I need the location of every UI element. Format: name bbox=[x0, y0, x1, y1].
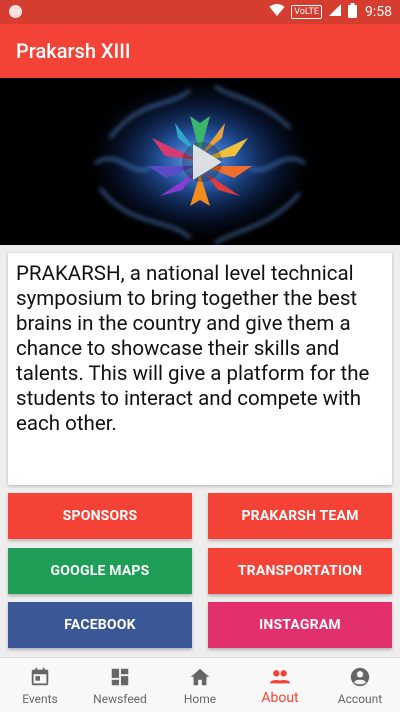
nav-item-events[interactable]: Events bbox=[0, 658, 80, 712]
nav-label-account: Account bbox=[337, 692, 383, 706]
about-text: PRAKARSH, a national level technical sym… bbox=[16, 262, 370, 436]
app-bar: Prakarsh XIII bbox=[0, 24, 400, 78]
status-time: 9:58 bbox=[365, 4, 392, 20]
sponsors-button[interactable]: SPONSORS bbox=[8, 493, 192, 539]
hero-graphic bbox=[80, 78, 320, 245]
prakarsh-team-button[interactable]: PRAKARSH TEAM bbox=[208, 493, 392, 539]
wifi-icon bbox=[269, 3, 285, 21]
nav-item-newsfeed[interactable]: Newsfeed bbox=[80, 658, 160, 712]
people-icon bbox=[269, 670, 291, 684]
nav-label-newsfeed: Newsfeed bbox=[93, 692, 147, 706]
dashboard-icon bbox=[111, 668, 129, 686]
app-title: Prakarsh XIII bbox=[16, 39, 131, 63]
about-card: PRAKARSH, a national level technical sym… bbox=[8, 253, 392, 485]
transportation-button[interactable]: TRANSPORTATION bbox=[208, 548, 392, 594]
home-icon bbox=[190, 668, 210, 686]
hero-video[interactable] bbox=[0, 78, 400, 245]
status-bar: VoLTE 9:58 bbox=[0, 0, 400, 24]
nav-label-about: About bbox=[261, 690, 299, 706]
signal-icon bbox=[328, 3, 342, 21]
nav-item-account[interactable]: Account bbox=[320, 658, 400, 712]
instagram-button[interactable]: INSTAGRAM bbox=[208, 602, 392, 648]
notification-icon bbox=[9, 5, 22, 18]
nav-label-events: Events bbox=[22, 692, 58, 706]
bottom-navigation: Events Newsfeed Home About Account bbox=[0, 657, 400, 712]
status-icons: VoLTE 9:58 bbox=[269, 2, 392, 22]
battery-icon bbox=[348, 2, 357, 22]
account-icon bbox=[350, 667, 370, 687]
play-icon bbox=[182, 142, 222, 182]
facebook-button[interactable]: FACEBOOK bbox=[8, 602, 192, 648]
google-maps-button[interactable]: GOOGLE MAPS bbox=[8, 548, 192, 594]
nav-item-home[interactable]: Home bbox=[160, 658, 240, 712]
calendar-icon bbox=[31, 667, 49, 686]
nav-item-about[interactable]: About bbox=[240, 658, 320, 712]
network-label: VoLTE bbox=[291, 5, 322, 19]
nav-label-home: Home bbox=[183, 692, 217, 706]
